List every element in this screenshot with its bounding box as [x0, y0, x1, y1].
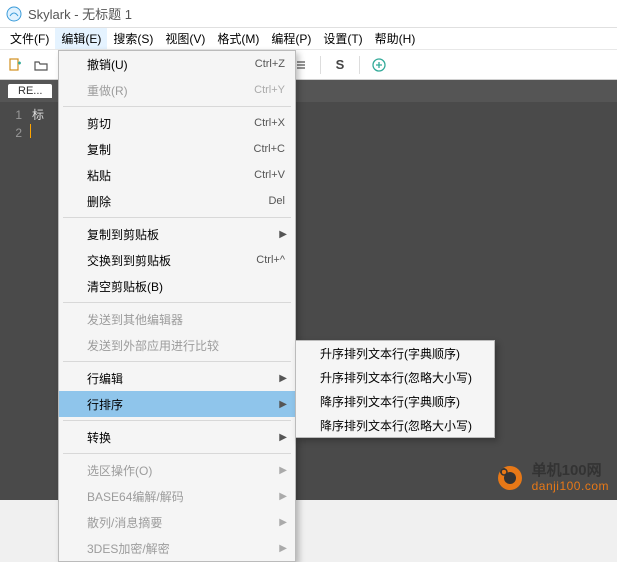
- text-cursor: [30, 124, 31, 138]
- menu-0[interactable]: 文件(F): [4, 28, 55, 49]
- menu-item[interactable]: 行编辑▶: [59, 365, 295, 391]
- menu-item-label: 发送到其他编辑器: [87, 311, 285, 328]
- menu-shortcut: Ctrl+Z: [255, 58, 285, 70]
- submenu-label: 降序排列文本行(字典顺序): [320, 393, 460, 410]
- open-file-icon[interactable]: [32, 56, 50, 74]
- menu-item[interactable]: 转换▶: [59, 424, 295, 450]
- menu-item-label: 行编辑: [87, 370, 285, 387]
- watermark-url: danji100.com: [532, 480, 609, 493]
- menu-shortcut: Ctrl+V: [254, 169, 285, 181]
- menu-item: 散列/消息摘要▶: [59, 509, 295, 535]
- toolbar-separator: [359, 56, 360, 74]
- chevron-right-icon: ▶: [279, 432, 287, 443]
- menu-item-label: 删除: [87, 193, 268, 210]
- plus-circle-icon[interactable]: [370, 56, 388, 74]
- menu-item-label: 发送到外部应用进行比较: [87, 337, 285, 354]
- chevron-right-icon: ▶: [279, 399, 287, 410]
- chevron-right-icon: ▶: [279, 543, 287, 554]
- menu-item[interactable]: 交换到到剪贴板Ctrl+^: [59, 247, 295, 273]
- menu-item: 3DES加密/解密▶: [59, 535, 295, 561]
- edit-menu-dropdown: 撤销(U)Ctrl+Z重做(R)Ctrl+Y剪切Ctrl+X复制Ctrl+C粘贴…: [58, 50, 296, 562]
- menu-1[interactable]: 编辑(E): [55, 28, 107, 49]
- menu-item-label: 粘贴: [87, 167, 254, 184]
- menu-item-label: 交换到到剪贴板: [87, 252, 256, 269]
- line-sort-submenu: 升序排列文本行(字典顺序) 升序排列文本行(忽略大小写) 降序排列文本行(字典顺序)…: [295, 340, 495, 438]
- menu-item[interactable]: 粘贴Ctrl+V: [59, 162, 295, 188]
- watermark-name: 单机100网: [532, 463, 609, 480]
- menu-3[interactable]: 视图(V): [159, 28, 211, 49]
- menu-shortcut: Ctrl+X: [254, 117, 285, 129]
- s-icon[interactable]: S: [331, 56, 349, 74]
- menu-6[interactable]: 设置(T): [317, 28, 368, 49]
- submenu-item[interactable]: 升序排列文本行(字典顺序): [296, 341, 494, 365]
- menu-separator: [63, 453, 291, 454]
- menu-item[interactable]: 撤销(U)Ctrl+Z: [59, 51, 295, 77]
- menu-shortcut: Del: [268, 195, 285, 207]
- line-number: 1: [0, 106, 22, 124]
- document-tab[interactable]: RE...: [8, 84, 52, 98]
- menu-2[interactable]: 搜索(S): [107, 28, 159, 49]
- chevron-right-icon: ▶: [279, 229, 287, 240]
- menu-item-label: 复制到剪贴板: [87, 226, 285, 243]
- submenu-item[interactable]: 降序排列文本行(字典顺序): [296, 389, 494, 413]
- chevron-right-icon: ▶: [279, 465, 287, 476]
- menu-item-label: 清空剪贴板(B): [87, 278, 285, 295]
- menu-item-label: 重做(R): [87, 82, 254, 99]
- menu-item: 重做(R)Ctrl+Y: [59, 77, 295, 103]
- menu-item[interactable]: 行排序▶: [59, 391, 295, 417]
- menu-item-label: 散列/消息摘要: [87, 514, 285, 531]
- new-file-icon[interactable]: [6, 56, 24, 74]
- menu-item[interactable]: 复制Ctrl+C: [59, 136, 295, 162]
- app-icon: [6, 6, 22, 22]
- menu-separator: [63, 302, 291, 303]
- menu-7[interactable]: 帮助(H): [369, 28, 422, 49]
- menu-item-label: 复制: [87, 141, 254, 158]
- line-gutter: 12: [0, 102, 28, 500]
- menu-separator: [63, 361, 291, 362]
- submenu-label: 降序排列文本行(忽略大小写): [320, 417, 472, 434]
- chevron-right-icon: ▶: [279, 373, 287, 384]
- watermark: 单机100网 danji100.com: [494, 462, 609, 494]
- menu-item: 选区操作(O)▶: [59, 457, 295, 483]
- window-title: Skylark - 无标题 1: [28, 4, 132, 23]
- submenu-item[interactable]: 降序排列文本行(忽略大小写): [296, 413, 494, 437]
- menu-item-label: BASE64编解/解码: [87, 488, 285, 505]
- watermark-logo: [494, 462, 526, 494]
- menu-item[interactable]: 删除Del: [59, 188, 295, 214]
- menu-item[interactable]: 清空剪贴板(B): [59, 273, 295, 299]
- menu-item-label: 3DES加密/解密: [87, 540, 285, 557]
- menu-shortcut: Ctrl+Y: [254, 84, 285, 96]
- submenu-item[interactable]: 升序排列文本行(忽略大小写): [296, 365, 494, 389]
- menu-item-label: 转换: [87, 429, 285, 446]
- menu-4[interactable]: 格式(M): [211, 28, 265, 49]
- chevron-right-icon: ▶: [279, 517, 287, 528]
- menu-item-label: 选区操作(O): [87, 462, 285, 479]
- submenu-label: 升序排列文本行(忽略大小写): [320, 369, 472, 386]
- menu-separator: [63, 420, 291, 421]
- line-number: 2: [0, 124, 22, 142]
- toolbar-separator: [320, 56, 321, 74]
- submenu-label: 升序排列文本行(字典顺序): [320, 345, 460, 362]
- menu-shortcut: Ctrl+^: [256, 254, 285, 266]
- menu-item: 发送到外部应用进行比较: [59, 332, 295, 358]
- menu-separator: [63, 106, 291, 107]
- titlebar: Skylark - 无标题 1: [0, 0, 617, 28]
- menu-separator: [63, 217, 291, 218]
- menu-5[interactable]: 编程(P): [265, 28, 317, 49]
- menu-item: 发送到其他编辑器: [59, 306, 295, 332]
- menu-shortcut: Ctrl+C: [254, 143, 285, 155]
- menu-item-label: 撤销(U): [87, 56, 255, 73]
- menu-item[interactable]: 剪切Ctrl+X: [59, 110, 295, 136]
- menu-item-label: 剪切: [87, 115, 254, 132]
- menu-item[interactable]: 复制到剪贴板▶: [59, 221, 295, 247]
- menubar: 文件(F)编辑(E)搜索(S)视图(V)格式(M)编程(P)设置(T)帮助(H): [0, 28, 617, 50]
- menu-item-label: 行排序: [87, 396, 285, 413]
- menu-item: BASE64编解/解码▶: [59, 483, 295, 509]
